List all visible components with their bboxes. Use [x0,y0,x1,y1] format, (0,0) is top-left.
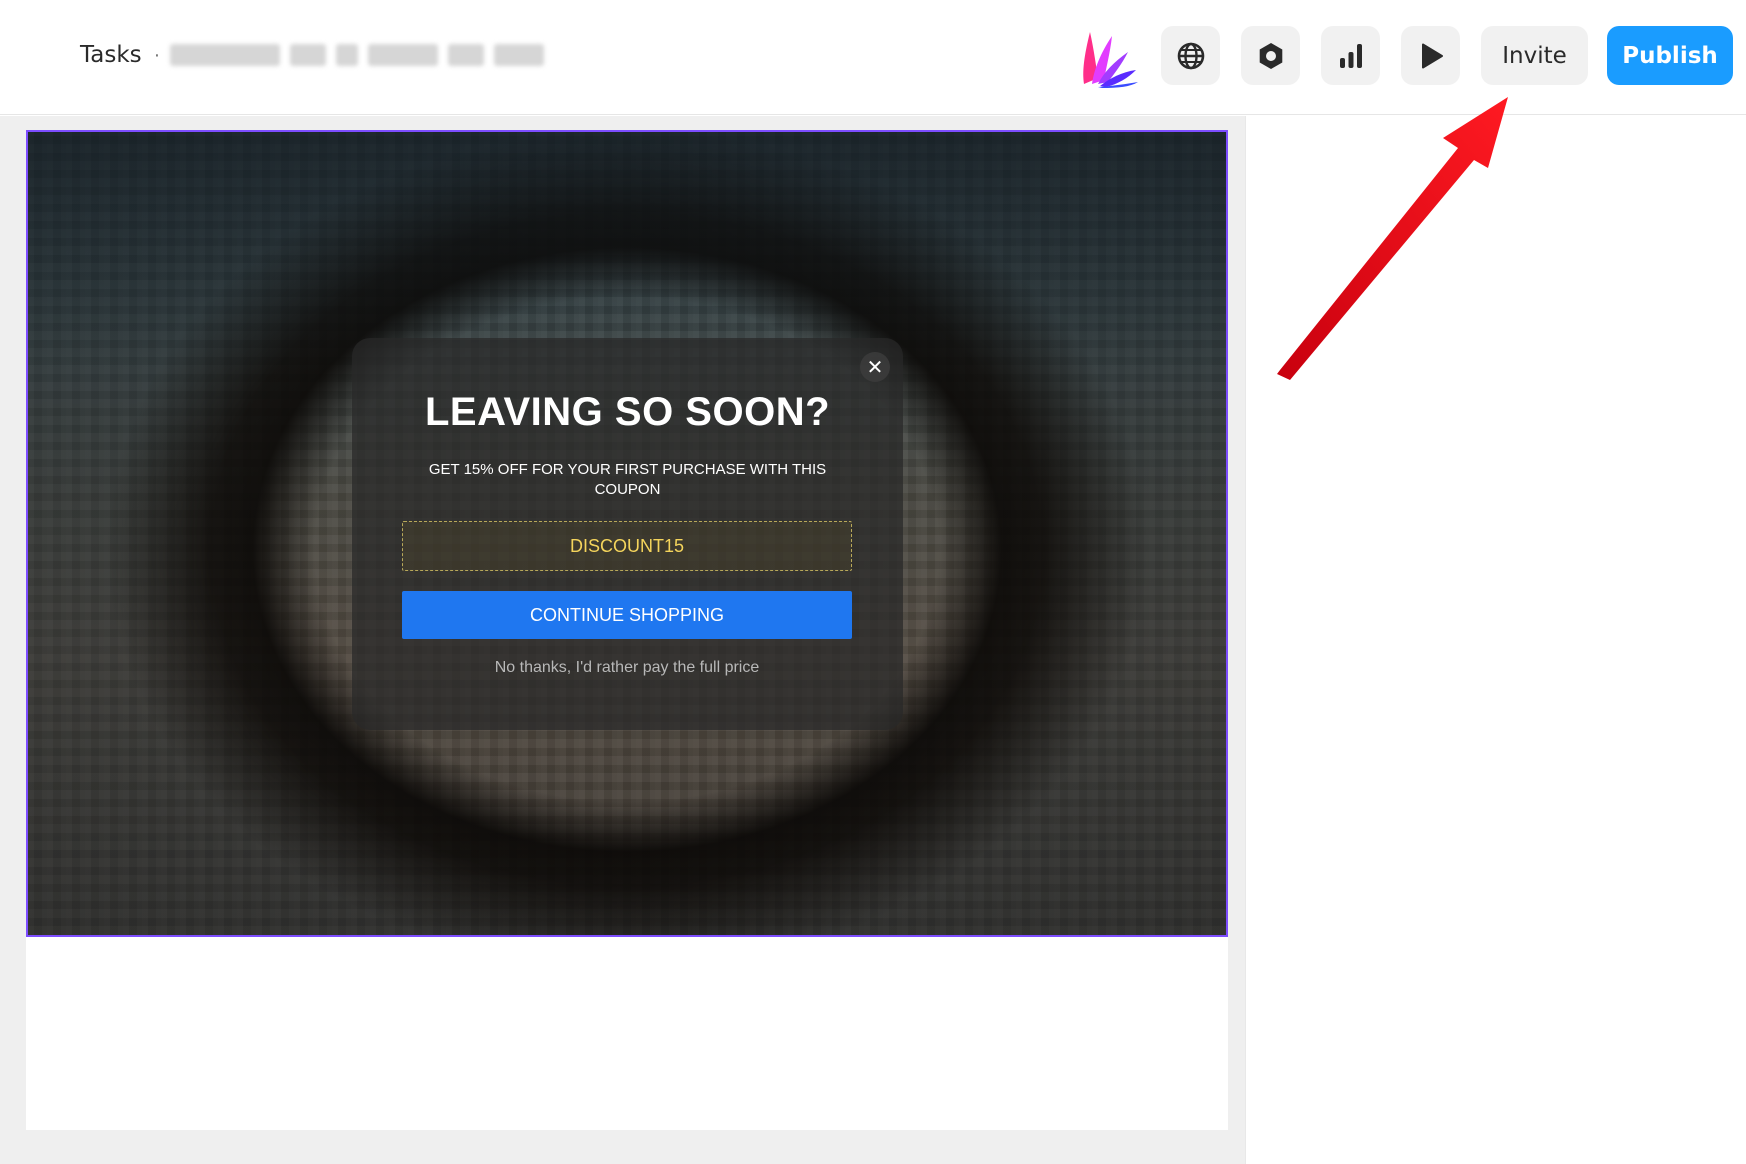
settings-button[interactable] [1241,26,1300,85]
play-icon [1421,43,1443,68]
breadcrumb-separator: · [153,43,161,66]
invite-button[interactable]: Invite [1481,26,1588,85]
bar-chart-icon [1339,43,1362,68]
properties-panel [1245,116,1746,1164]
publish-button[interactable]: Publish [1607,26,1733,85]
brand-fan-logo-icon[interactable] [1078,26,1140,88]
continue-shopping-button[interactable]: CONTINUE SHOPPING [402,591,852,639]
coupon-code-box[interactable]: DISCOUNT15 [402,521,852,571]
popup-title: LEAVING SO SOON? [424,390,831,434]
decline-link[interactable]: No thanks, I'd rather pay the full price [402,659,852,677]
globe-icon [1177,42,1204,69]
settings-hexagon-icon [1259,42,1282,69]
globe-button[interactable] [1161,26,1220,85]
popup-subtitle: GET 15% OFF FOR YOUR FIRST PURCHASE WITH… [428,461,827,498]
preview-button[interactable] [1401,26,1460,85]
top-bar: Tasks · Invite Publish [0,0,1746,115]
close-icon[interactable]: ✕ [860,352,890,382]
redacted-breadcrumb-text [170,44,545,66]
breadcrumb-title[interactable]: Tasks [80,42,142,68]
analytics-button[interactable] [1321,26,1380,85]
breadcrumb: Tasks · [80,38,545,72]
